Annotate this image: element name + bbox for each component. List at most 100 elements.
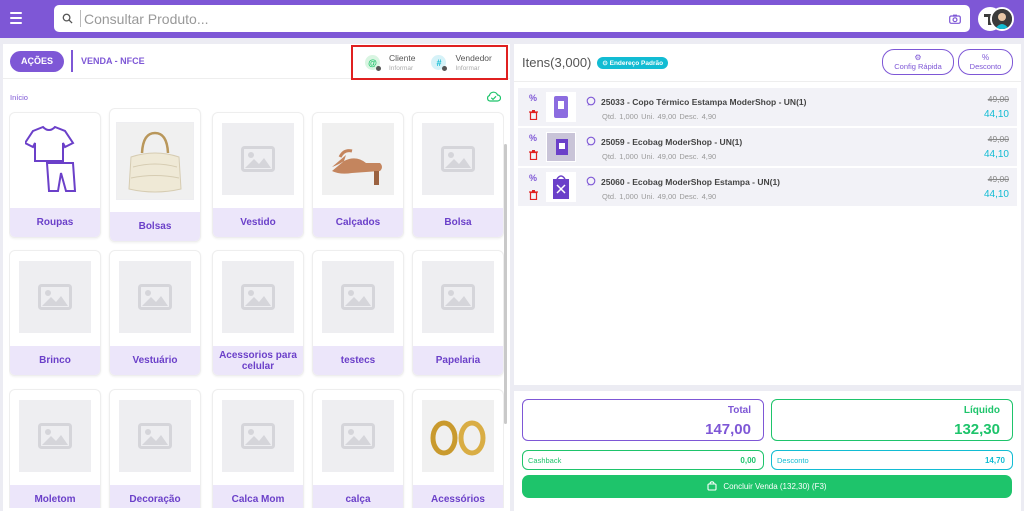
category-card[interactable]: Roupas: [9, 112, 101, 238]
menu-icon[interactable]: [6, 8, 26, 28]
trash-icon[interactable]: [528, 147, 538, 165]
category-label: Brinco: [10, 346, 100, 375]
discount-total-label: Desconto: [777, 456, 809, 465]
cart-item[interactable]: % 25033 - Copo Térmico Estampa ModerShop…: [518, 88, 1017, 127]
top-bar: [0, 0, 1024, 38]
category-label: Bolsas: [110, 212, 200, 241]
seller-sub: Informar: [455, 65, 480, 72]
breadcrumb[interactable]: Início: [10, 93, 28, 102]
category-label: Roupas: [10, 208, 100, 237]
category-card[interactable]: calça: [312, 389, 404, 508]
image-placeholder-icon: [19, 261, 91, 333]
image-placeholder-icon: [422, 123, 494, 195]
discount-box[interactable]: Desconto 14,70: [771, 450, 1013, 470]
category-card[interactable]: Bolsa: [412, 112, 504, 238]
item-meta: Qtd. 1,000 Uni. 49,00 Desc. 4,90: [602, 152, 717, 161]
search-input[interactable]: [80, 10, 940, 27]
category-card[interactable]: Acessórios: [412, 389, 504, 508]
category-label: Decoração: [110, 485, 200, 508]
category-label: testecs: [313, 346, 403, 375]
category-card[interactable]: Decoração: [109, 389, 201, 508]
chat-icon[interactable]: [586, 96, 596, 108]
item-discount-icon[interactable]: %: [529, 134, 537, 143]
cashback-box[interactable]: Cashback 0,00: [522, 450, 764, 470]
product-thumbnail: [546, 172, 576, 202]
config-button[interactable]: ⚙ Config Rápida: [882, 49, 954, 75]
category-card[interactable]: Papelaria: [412, 250, 504, 376]
category-label: Acessórios: [413, 485, 503, 508]
category-card[interactable]: Brinco: [9, 250, 101, 376]
customer-selector[interactable]: @ Cliente Informar: [365, 53, 415, 72]
catalog-panel: AÇÕES VENDA - NFCE @ Cliente Informar # …: [3, 44, 510, 511]
category-card[interactable]: Vestuário: [109, 250, 201, 376]
chat-icon[interactable]: [586, 136, 596, 148]
image-placeholder-icon: [322, 400, 394, 472]
cart-item[interactable]: % 25060 - Ecobag ModerShop Estampa - UN(…: [518, 168, 1017, 207]
category-grid: Roupas Bolsas Vestido Calçados Bolsa Bri…: [9, 108, 504, 508]
category-label: Vestido: [213, 208, 303, 237]
item-old-price: 49,00: [987, 94, 1009, 104]
category-card[interactable]: Acessorios para celular: [212, 250, 304, 376]
category-label: Moletom: [10, 485, 100, 508]
trash-icon[interactable]: [528, 107, 538, 125]
scrollbar[interactable]: [504, 144, 507, 424]
category-label: Papelaria: [413, 346, 503, 375]
category-label: calça: [313, 485, 403, 508]
category-label: Calçados: [313, 208, 403, 237]
item-meta: Qtd. 1,000 Uni. 49,00 Desc. 4,90: [602, 192, 717, 201]
at-sign-icon: @: [365, 55, 381, 71]
actions-button[interactable]: AÇÕES: [10, 50, 64, 72]
search-bar: [54, 5, 970, 32]
category-card[interactable]: Calca Mom: [212, 389, 304, 508]
customer-sub: Informar: [389, 65, 414, 72]
camera-icon[interactable]: [940, 14, 970, 24]
discount-label: Desconto: [969, 62, 1002, 71]
discount-total-value: 14,70: [984, 456, 1005, 465]
net-label: Líquido: [963, 405, 1000, 416]
hash-icon: #: [431, 55, 448, 71]
avatar[interactable]: [990, 7, 1014, 31]
image-placeholder-icon: [19, 400, 91, 472]
bag-image: [116, 122, 194, 200]
finish-sale-button[interactable]: Concluir Venda (132,30) (F3): [522, 475, 1012, 498]
category-card[interactable]: testecs: [312, 250, 404, 376]
discount-button[interactable]: % Desconto: [958, 49, 1013, 75]
customer-label: Cliente: [389, 53, 416, 63]
finish-sale-label: Concluir Venda (132,30) (F3): [723, 482, 827, 491]
total-value: 147,00: [705, 421, 751, 438]
cart-title: Itens(3,000): [522, 55, 592, 70]
item-old-price: 49,00: [987, 134, 1009, 144]
category-label: Acessorios para celular: [213, 346, 303, 375]
cloud-sync-icon[interactable]: [486, 89, 502, 107]
sale-type-label: VENDA - NFCE: [81, 56, 145, 66]
seller-selector[interactable]: # Vendedor Informar: [431, 53, 492, 72]
product-thumbnail: [546, 132, 576, 162]
user-avatars[interactable]: [976, 5, 1016, 33]
image-placeholder-icon: [119, 261, 191, 333]
item-discount-icon[interactable]: %: [529, 94, 537, 103]
image-placeholder-icon: [322, 261, 394, 333]
divider: [71, 50, 73, 72]
item-name: 25060 - Ecobag ModerShop Estampa - UN(1): [601, 177, 781, 187]
category-card[interactable]: Moletom: [9, 389, 101, 508]
cart-header: Itens(3,000) ⊙ Endereço Padrão ⚙ Config …: [514, 44, 1021, 82]
net-value: 132,30: [954, 421, 1000, 438]
item-discount-icon[interactable]: %: [529, 174, 537, 183]
category-label: Vestuário: [110, 346, 200, 375]
category-label: Bolsa: [413, 208, 503, 237]
net-box: Líquido 132,30: [771, 399, 1013, 441]
category-label: Calca Mom: [213, 485, 303, 508]
item-name: 25059 - Ecobag ModerShop - UN(1): [601, 137, 743, 147]
category-card[interactable]: Calçados: [312, 112, 404, 238]
total-box: Total 147,00: [522, 399, 764, 441]
address-badge[interactable]: ⊙ Endereço Padrão: [597, 56, 669, 69]
trash-icon[interactable]: [528, 187, 538, 205]
chat-icon[interactable]: [586, 176, 596, 188]
image-placeholder-icon: [222, 400, 294, 472]
gear-icon: ⚙: [914, 53, 922, 62]
cart-panel: Itens(3,000) ⊙ Endereço Padrão ⚙ Config …: [514, 44, 1021, 385]
category-card[interactable]: Bolsas: [109, 108, 201, 242]
cart-item[interactable]: % 25059 - Ecobag ModerShop - UN(1) Qtd. …: [518, 128, 1017, 167]
totals-panel: Total 147,00 Líquido 132,30 Cashback 0,0…: [514, 391, 1021, 511]
category-card[interactable]: Vestido: [212, 112, 304, 238]
